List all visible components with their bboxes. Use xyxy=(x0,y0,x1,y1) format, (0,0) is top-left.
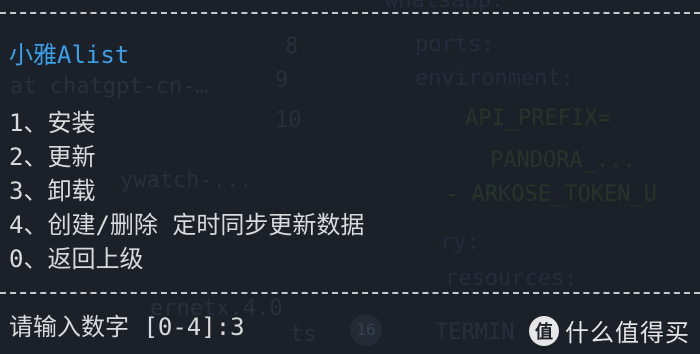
menu-item-schedule-sync: 4、创建/删除 定时同步更新数据 xyxy=(9,211,365,239)
ghost-editor-line: PANDORA_... xyxy=(490,148,636,173)
terminal-window: whatsapp: 8 ports: at chatgpt-cn-… 9 env… xyxy=(0,0,700,354)
ghost-line-number: 8 xyxy=(285,34,299,59)
menu-title: 小雅Alist xyxy=(9,41,130,69)
ghost-line-number: 9 xyxy=(275,68,289,93)
ghost-fragment: ts xyxy=(290,322,317,347)
bottom-divider xyxy=(0,292,700,294)
zhi-logo-icon: 值 xyxy=(529,315,559,346)
menu-item-uninstall: 3、卸载 xyxy=(9,177,96,205)
ghost-editor-line: - ARKOSE_TOKEN_U xyxy=(445,182,657,207)
ghost-editor-line: ports: xyxy=(415,32,495,57)
ghost-fragment: at chatgpt-cn-… xyxy=(10,74,209,99)
ghost-editor-line: API_PREFIX= xyxy=(465,106,611,131)
menu-item-install: 1、安装 xyxy=(9,109,96,137)
ghost-fragment: ywatch-... xyxy=(120,168,253,193)
ghost-editor-line: environment: xyxy=(415,66,574,91)
ghost-line-number: 10 xyxy=(275,108,302,133)
ghost-editor-line: resources: xyxy=(445,266,578,291)
ghost-editor-line: whatsapp: xyxy=(385,0,505,13)
ghost-editor-line: ry: xyxy=(440,230,480,255)
menu-item-back: 0、返回上级 xyxy=(9,245,144,273)
menu-item-update: 2、更新 xyxy=(9,143,96,171)
input-prompt[interactable]: 请输入数字 [0-4]:3 xyxy=(9,312,245,342)
watermark: 值 什么值得买 xyxy=(529,313,690,348)
ghost-fragment: TERMIN xyxy=(435,320,515,345)
top-divider xyxy=(0,12,700,14)
watermark-text: 什么值得买 xyxy=(565,319,690,347)
ghost-badge: 16 xyxy=(350,314,382,346)
